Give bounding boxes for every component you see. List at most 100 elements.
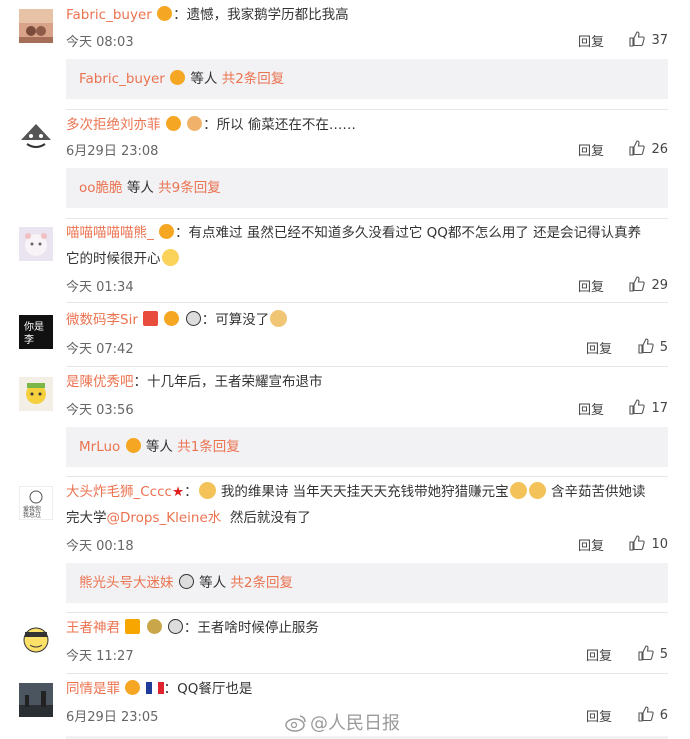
crying-emoji-icon [528,482,546,499]
sub-reply-total[interactable]: 共9条回复 [158,180,221,196]
sub-reply-username[interactable]: Fabric_buyer [79,71,165,87]
comment-body: 十几年后，王者荣耀宣布退市 [147,374,323,390]
like-button[interactable]: 29 [629,276,668,293]
sub-reply-username[interactable]: MrLuo [79,439,120,455]
weibo-watermark: @人民日报 [285,709,400,735]
like-count: 5 [659,340,668,355]
sub-reply-summary[interactable]: Fabric_buyer 等人 共2条回复 [66,59,668,99]
comment-body-continued: 它的时候很开心 [66,251,161,267]
divider [66,476,668,477]
svg-text:你是: 你是 [24,320,44,333]
avatar[interactable] [19,227,53,261]
divider [66,366,668,367]
vip-crown-icon[interactable] [164,311,180,326]
comment-body: QQ餐厅也是 [177,681,253,697]
reply-button[interactable]: 回复 [578,399,604,418]
comment-meta: 今天 07:42 回复 5 [66,338,668,358]
comment-meta: 今天 00:18 回复 10 [66,535,668,555]
avatar[interactable] [19,683,53,717]
like-button[interactable]: 5 [638,645,668,662]
watermark-text: @人民日报 [310,713,400,734]
like-count: 26 [651,142,668,157]
comment-username[interactable]: 多次拒绝刘亦菲 [66,117,161,133]
like-button[interactable]: 6 [638,706,668,723]
avatar[interactable] [19,9,53,43]
comment-body-tail: 含辛茹苦供她读 [550,484,646,500]
comment-text: 喵喵喵喵喵熊_ ：有点难过 虽然已经不知道多久没看过它 QQ都不怎么用了 还是会… [66,220,668,246]
comment-time: 今天 08:03 [66,35,134,50]
comment-username[interactable]: 是陳优秀吧 [66,374,134,390]
reply-button[interactable]: 回复 [578,140,604,159]
comment-text: 同情是罪 ：QQ餐厅也是 [66,676,668,702]
star-badge-icon[interactable]: ★ [172,484,184,500]
member-medal-icon[interactable] [187,116,203,131]
avatar[interactable] [19,377,53,411]
thumbs-up-icon [629,535,646,551]
separator: ： [184,484,198,500]
separator: ： [163,681,178,697]
comment-text: 是陳优秀吧：十几年后，王者荣耀宣布退市 [66,369,668,395]
comment-username[interactable]: Fabric_buyer [66,7,152,23]
reply-button[interactable]: 回复 [578,535,604,554]
sub-reply-total[interactable]: 共2条回复 [230,575,293,591]
like-count: 37 [651,33,668,48]
comment-body-continued: 完大学 [66,510,107,526]
like-count: 29 [651,278,668,293]
comment-username[interactable]: 王者神君 [66,620,120,636]
vip-crown-icon[interactable] [157,6,173,21]
sub-reply-username[interactable]: 熊光头号大迷妹 [79,575,174,591]
like-count: 6 [659,708,668,723]
scholar-medal-icon[interactable] [146,619,162,634]
sub-reply-others: 等人 [126,180,154,196]
sub-reply-summary[interactable]: oo脆脆 等人 共9条回复 [66,168,668,208]
sub-reply-total[interactable]: 共2条回复 [222,71,285,87]
panda-medal-icon[interactable] [185,311,201,326]
crying-emoji-icon [509,482,527,499]
comment-text: 微数码李Sir ：可算没了 [66,307,668,333]
comment-time: 6月29日 23:05 [66,710,159,725]
like-button[interactable]: 17 [629,399,668,416]
comment-username[interactable]: 喵喵喵喵喵熊_ [66,225,154,241]
sub-reply-others: 等人 [190,71,218,87]
comment-body: 王者啥时候停止服务 [197,620,319,636]
sub-reply-summary[interactable]: MrLuo 等人 共1条回复 [66,427,668,467]
divider [66,302,668,303]
like-button[interactable]: 10 [629,535,668,552]
reply-button[interactable]: 回复 [586,706,612,725]
vip-crown-icon[interactable] [125,680,141,695]
like-button[interactable]: 5 [638,338,668,355]
verified-v-icon[interactable] [143,311,159,326]
comment-username[interactable]: 微数码李Sir [66,312,138,328]
sub-reply-summary[interactable]: 熊光头号大迷妹 等人 共2条回复 [66,563,668,603]
like-count: 10 [651,537,668,552]
comment-username[interactable]: 大头炸毛狮_Cccc [66,484,172,500]
smile-emoji-icon [161,249,179,266]
sub-reply-username[interactable]: oo脆脆 [79,180,123,196]
mention-link[interactable]: @Drops_Kleine水 [107,510,222,526]
reply-button[interactable]: 回复 [578,276,604,295]
weibo-logo-icon [285,715,306,732]
reply-button[interactable]: 回复 [586,338,612,357]
comment-text: Fabric_buyer ：遗憾，我家鹅学历都比我高 [66,2,668,28]
verified-v-icon[interactable] [125,619,141,634]
avatar[interactable] [19,118,53,152]
crying-emoji-icon [198,482,216,499]
avatar[interactable] [19,622,53,656]
vip-crown-icon[interactable] [165,116,181,131]
svg-text:李: 李 [24,333,34,346]
france-flag-icon [145,682,164,694]
avatar[interactable]: 你是李 [19,315,53,349]
panda-medal-icon[interactable] [167,619,183,634]
sub-reply-others: 等人 [199,575,227,591]
comment-time: 今天 00:18 [66,539,134,554]
comment-username[interactable]: 同情是罪 [66,681,120,697]
sub-reply-total[interactable]: 共1条回复 [177,439,240,455]
vip-crown-icon[interactable] [159,224,175,239]
separator: ： [173,7,187,23]
like-button[interactable]: 26 [629,140,668,157]
thumbs-up-icon [629,276,646,292]
reply-button[interactable]: 回复 [586,645,612,664]
reply-button[interactable]: 回复 [578,31,604,50]
avatar[interactable]: 爱我你 我总过 [19,486,53,520]
like-button[interactable]: 37 [629,31,668,48]
